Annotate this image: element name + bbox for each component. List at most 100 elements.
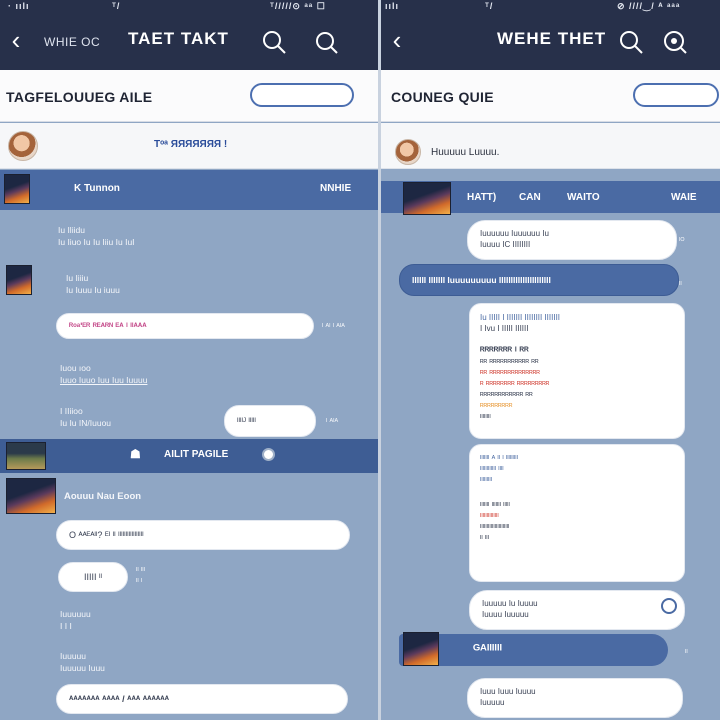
- message-line: ᴵᴵᴵᴵᴵᴵᴵᴵᴵᴵᴵᴵᴵᴵ: [480, 512, 499, 521]
- header-subtitle: WHIE OC: [44, 35, 101, 49]
- highlighted-message[interactable]: IIIIII IIIIIII Iuuuuuuuuu IIIIIIIIIIIIII…: [399, 264, 679, 296]
- message-text: Iu Iliidu Iu Iiuo Iu Iu Iiiu Iu IuI: [58, 224, 135, 248]
- message-line: ᴿᴿᴿᴿᴿᴿᴿᴿᴿᴿᴿᴿ ᴿᴿ: [480, 391, 533, 400]
- conversation-tab[interactable]: CAN: [519, 192, 541, 203]
- message-line: Iuuuuu: [480, 698, 505, 707]
- message-line: ᴿ ᴿᴿᴿᴿᴿᴿᴿᴿ ᴿᴿᴿᴿᴿᴿᴿᴿᴿ: [480, 380, 550, 389]
- message-line: ᴿᴿᴿᴿᴿᴿᴿᴿᴿ: [480, 402, 513, 411]
- top-app-bar: ‹ WHIE OC TAET TAKT: [0, 14, 378, 70]
- status-right-icons: ᵀ/////⊙ ᵃᵃ ☐: [270, 1, 326, 11]
- media-thumbnail: [6, 442, 46, 470]
- search-input[interactable]: [633, 83, 719, 107]
- line-spacer: [480, 486, 674, 500]
- media-title: ᴳᴬᴵᴵᴵᴵᴵᴵ: [473, 641, 502, 657]
- message-meta: ᴵ ᴬᴵ ᴵ ᴬᴵᴬ: [322, 322, 345, 331]
- message-bubble[interactable]: ᴿᵒᵃʹᴱᴿ ᴿᴱᴬᴿᴺ ᴱᴬ ᴵ ᴵᴵᴬᴬᴬ: [56, 313, 314, 339]
- message-line: Iuuuu Iuuuuu: [482, 610, 529, 619]
- message-meta: ᴵᴵ: [679, 280, 682, 289]
- section-header: TAGFELOUUEG AILE: [0, 70, 378, 122]
- message-text: Iu Iiiiu Iu Iuuu Iu iuuu: [66, 272, 120, 296]
- status-bar: ıılı ᵀ/ ⊘ ////‿/ ᴬ ᵃᵃᵃ: [381, 0, 720, 14]
- page-title: TAET TAKT: [128, 29, 229, 48]
- message-line: I IIiioo: [60, 406, 83, 416]
- back-button[interactable]: ‹: [385, 24, 409, 56]
- search-input[interactable]: [250, 83, 354, 107]
- message-line: I Ivu I IIIII IIIIII: [480, 324, 529, 333]
- status-center: ᵀ/: [485, 1, 494, 11]
- media-toggle[interactable]: [262, 448, 275, 461]
- conversation-tab[interactable]: WAITO: [567, 192, 600, 203]
- message-meta: ᴵᴵ: [685, 648, 688, 657]
- status-center: ᵀ/: [112, 1, 121, 11]
- search-icon-secondary[interactable]: [312, 28, 340, 56]
- message-bubble[interactable]: O ᴬᴬᴱᴬᴵᴵ? ᴱᴵ ᴵᴵ ᴵᴵᴵᴵᴵᴵᴵᴵᴵᴵᴵᴵᴵᴵᴵᴵᴵ: [56, 520, 350, 550]
- message-line: Iu Iiuo Iu Iu Iiiu Iu IuI: [58, 237, 135, 247]
- left-chat-pane: · ıılı ᵀ/ ᵀ/////⊙ ᵃᵃ ☐ ‹ WHIE OC TAET TA…: [0, 0, 378, 720]
- message-line: Iu Iuuu Iu iuuu: [66, 285, 120, 295]
- message-line: Iuuuuu Iu Iuuuu: [482, 599, 538, 608]
- message-line: Iu Iliidu: [58, 225, 85, 235]
- message-line: Iu Iu IN/Iuuou: [60, 418, 112, 428]
- avatar: [8, 131, 38, 161]
- message-text: Iuou ıoo Iuuo Iuuo Iuu Iuu Iuuuu: [60, 362, 147, 386]
- message-line: ᴿᴿ ᴿᴿᴿᴿᴿᴿᴿᴿᴿᴿᴿ ᴿᴿ: [480, 358, 539, 367]
- message-bubble[interactable]: IIIII ᴵᴵ: [58, 562, 128, 592]
- search-icon[interactable]: [617, 28, 645, 56]
- message-line: ᴿᴿ ᴿᴿᴿᴿᴿᴿᴿᴿᴿᴿᴿᴿᴿᴿ: [480, 369, 540, 378]
- message-line: ᴵᴵᴵᴵᴵᴵᴵ ᴬ ᴵᴵ ᴵ ᴵᴵᴵᴵᴵᴵᴵᴵᴵ: [480, 454, 518, 463]
- contact-name: Tᵒᵃ ЯЯЯЯЯЯЯ !: [154, 139, 228, 150]
- message-line: ᴵᴵᴵᴵᴵᴵᴵ ᴵᴵᴵᴵᴵᴵᴵ ᴵᴵᴵᴵᴵ: [480, 501, 510, 510]
- media-thumbnail: [403, 632, 439, 666]
- conversation-tab[interactable]: HATT): [467, 192, 496, 203]
- section-header: COUNEG QUIE: [381, 70, 720, 122]
- page-title: WEHE THET: [497, 29, 607, 48]
- message-bubble[interactable]: Iuuuuu Iu Iuuuu Iuuuu Iuuuuu: [469, 590, 685, 630]
- message-bubble[interactable]: Iuuu Iuuu Iuuuu Iuuuuu: [467, 678, 683, 718]
- message-line: ᴵᴵᴵᴵᴵᴵᴵᴵᴵᴵᴵᴵ ᴵᴵᴵᴵ: [480, 465, 504, 474]
- message-meta: ᴵ ᴬᴵᴬ: [326, 417, 339, 426]
- message-bubble[interactable]: ᴬᴬᴬᴬᴬᴬᴬ ᴬᴬᴬᴬ / ᴬᴬᴬ ᴬᴬᴬᴬᴬᴬ: [56, 684, 348, 714]
- message-line: ᴵᴵᴵᴵᴵᴵᴵᴵ: [480, 413, 491, 422]
- message-line: Iuuu Iuuu Iuuuu: [480, 687, 536, 696]
- message-text: Iuuuuuu I I I: [60, 608, 91, 632]
- message-text: I IIiioo Iu Iu IN/Iuuou: [60, 405, 111, 429]
- refresh-icon[interactable]: [661, 598, 677, 614]
- media-banner[interactable]: ᴳᴬᴵᴵᴵᴵᴵᴵ: [399, 632, 668, 666]
- message-line: ᴵᴵᴵᴵᴵᴵᴵᴵᴵ: [480, 476, 493, 485]
- play-icon: ☗: [130, 447, 141, 461]
- message-line: Iu IIIII I IIIIIII IIIIIIII IIIIIII: [480, 313, 561, 322]
- message-line: Iuuuuu Iuuu: [60, 663, 105, 673]
- message-line: Iuuo Iuuo Iuu Iuu Iuuuu: [60, 375, 148, 385]
- line-spacer: [480, 334, 674, 346]
- search-icon[interactable]: [260, 28, 288, 56]
- conversation-status: NNHIE: [320, 183, 352, 194]
- media-banner[interactable]: ☗ AILIT PAGILE: [0, 439, 378, 473]
- message-bubble[interactable]: Iuuuuuu Iuuuuuu Iu Iuuuu IC IIIIIIII: [467, 220, 677, 260]
- contact-name: Huuuuu Luuuu.: [431, 147, 500, 158]
- message-line: Iuou ıoo: [60, 363, 91, 373]
- section-title: TAGFELOUUEG AILE: [6, 89, 153, 105]
- message-meta: ᴵᴵ ᴵᴵᴵ ᴵᴵ ᴵ: [136, 566, 145, 586]
- message-line: ᴵᴵᴵᴵᴵᴵᴵᴵᴵᴵᴵᴵᴵᴵᴵᴵᴵᴵᴵᴵᴵᴵ: [480, 523, 510, 532]
- section-title: COUNEG QUIE: [391, 89, 494, 105]
- conversation-tab[interactable]: WAIE: [671, 192, 697, 203]
- message-card[interactable]: ᴵᴵᴵᴵᴵᴵᴵ ᴬ ᴵᴵ ᴵ ᴵᴵᴵᴵᴵᴵᴵᴵᴵ ᴵᴵᴵᴵᴵᴵᴵᴵᴵᴵᴵᴵ ᴵᴵ…: [469, 444, 685, 582]
- conversation-name: K Tunnon: [74, 183, 120, 194]
- status-bar: · ıılı ᵀ/ ᵀ/////⊙ ᵃᵃ ☐: [0, 0, 378, 14]
- message-line: Iuuuu IC IIIIIIII: [480, 240, 531, 249]
- conversation-thumbnail: [403, 182, 451, 215]
- conversation-header[interactable]: HATT) CAN WAITO WAIE: [381, 181, 720, 215]
- message-card[interactable]: Iu IIIII I IIIIIII IIIIIIII IIIIIII I Iv…: [469, 303, 685, 439]
- message-text: Iuuuuu Iuuuuu Iuuu: [60, 650, 105, 674]
- avatar: [395, 139, 421, 165]
- message-line: I I I: [60, 621, 72, 631]
- signal-indicator: ıılı: [385, 1, 400, 11]
- message-bubble[interactable]: ᴵᴵᴵᴵᴶ ᴵᴵᴵᴵᴵ: [224, 405, 316, 437]
- conversation-header[interactable]: K Tunnon NNHIE: [0, 170, 378, 210]
- sender-thumbnail: [6, 265, 32, 295]
- back-button[interactable]: ‹: [4, 24, 28, 56]
- zoom-icon[interactable]: [661, 28, 689, 56]
- right-chat-pane: ıılı ᵀ/ ⊘ ////‿/ ᴬ ᵃᵃᵃ ‹ WEHE THET COUNE…: [381, 0, 720, 720]
- contact-row[interactable]: Huuuuu Luuuu.: [381, 123, 720, 169]
- contact-row[interactable]: Tᵒᵃ ЯЯЯЯЯЯЯ !: [0, 123, 378, 169]
